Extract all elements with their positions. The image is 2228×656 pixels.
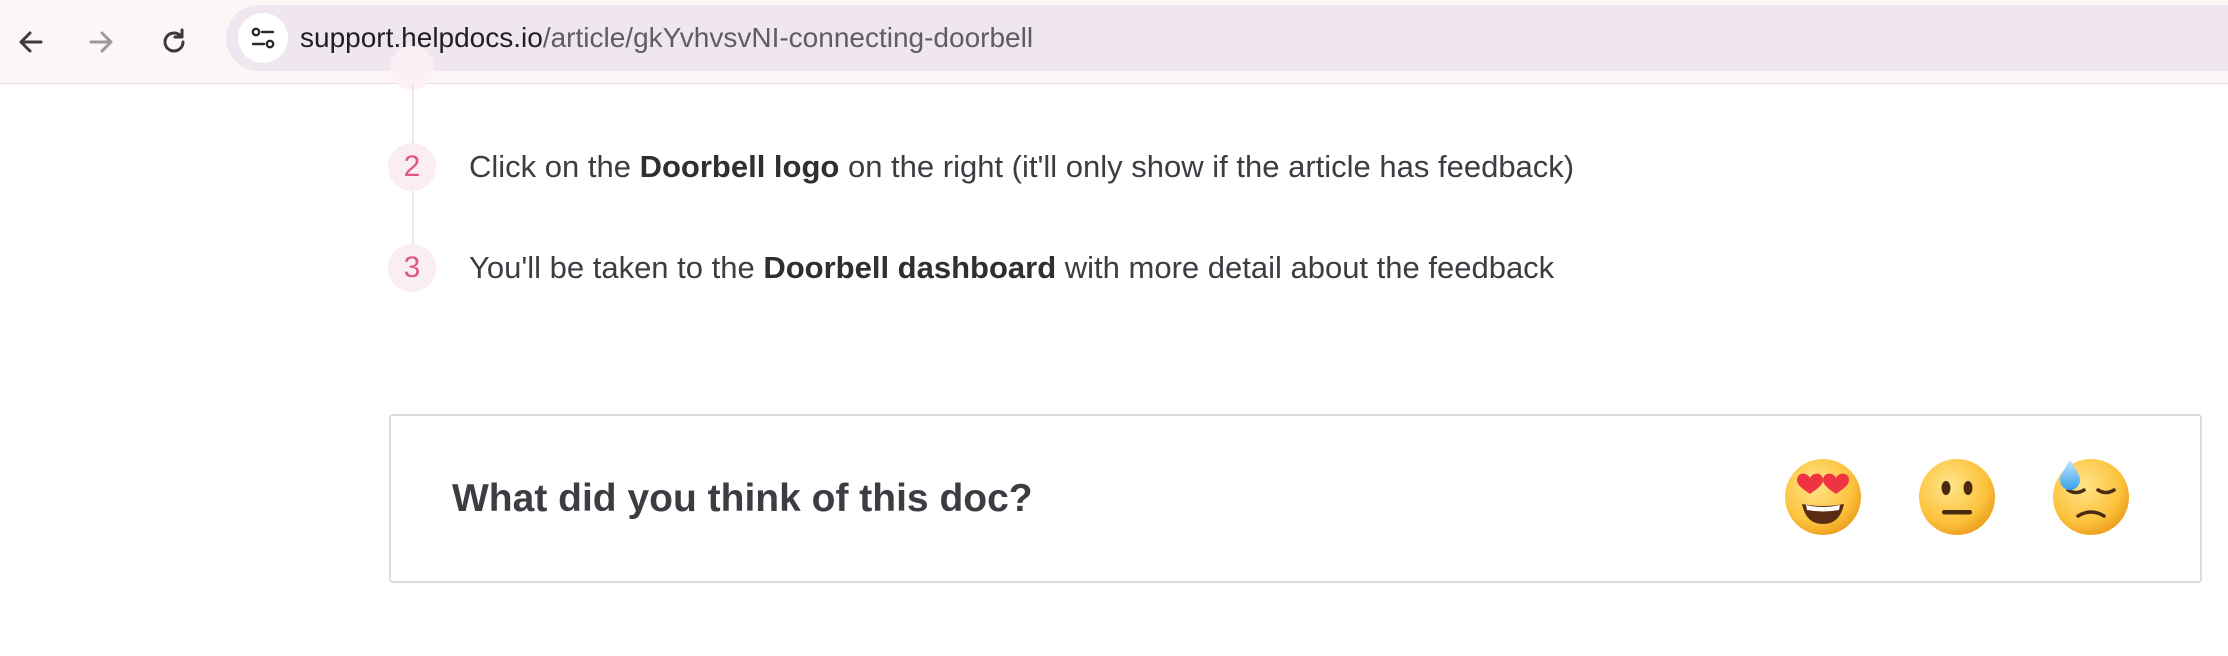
- heart-eyes-emoji-icon: [1785, 459, 1861, 535]
- feedback-card: What did you think of this doc?: [389, 414, 2202, 583]
- step-text-part: Click on the: [469, 149, 640, 184]
- neutral-face-emoji-icon: [1919, 459, 1995, 535]
- step-text-bold: Doorbell logo: [639, 149, 840, 184]
- feedback-neutral-button[interactable]: [1916, 456, 1998, 538]
- step-text-part: with more detail about the feedback: [1056, 250, 1555, 285]
- step-text: You'll be taken to the Doorbell dashboar…: [469, 250, 1554, 286]
- step-text-bold: Doorbell dashboard: [763, 250, 1057, 285]
- feedback-sad-button[interactable]: [2050, 456, 2132, 538]
- feedback-love-button[interactable]: [1782, 456, 1864, 538]
- step-text-part: on the right (it'll only show if the art…: [839, 149, 1575, 184]
- step-text: Click on the Doorbell logo on the right …: [469, 149, 1574, 185]
- feedback-question: What did you think of this doc?: [452, 477, 1033, 520]
- step-number: 3: [388, 244, 436, 292]
- downcast-sweat-emoji-icon: [2053, 459, 2129, 535]
- step-number: 2: [388, 143, 436, 191]
- step-item: 3 You'll be taken to the Doorbell dashbo…: [388, 244, 1554, 292]
- step-item: 2 Click on the Doorbell logo on the righ…: [388, 143, 1574, 191]
- step-text-part: You'll be taken to the: [469, 250, 764, 285]
